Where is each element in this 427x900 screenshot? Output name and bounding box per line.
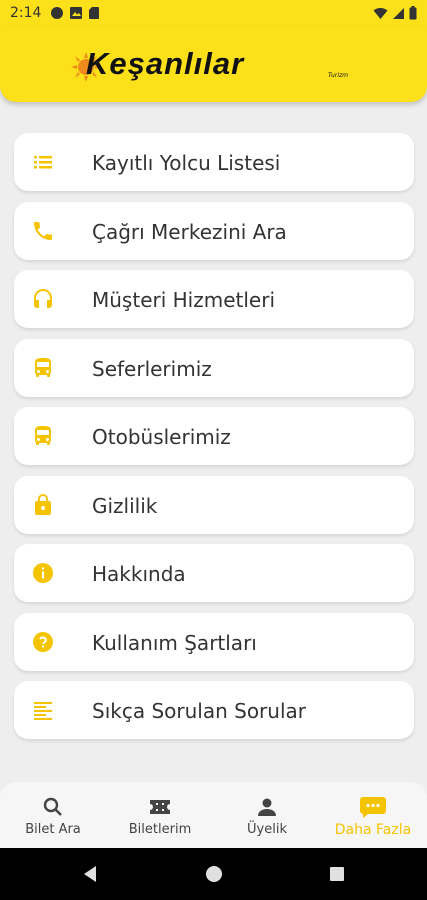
menu-item-label: Seferlerimiz	[92, 356, 212, 381]
nav-item-label: Bilet Ara	[25, 822, 81, 837]
status-bar: 2:14	[0, 0, 427, 26]
menu-item-label: Sıkça Sorulan Sorular	[92, 699, 306, 723]
menu-item-label: Otobüslerimiz	[92, 425, 231, 449]
brand-name: Keşanlılar	[86, 46, 245, 81]
bus-icon	[35, 426, 51, 445]
menu-item-buses[interactable]: Otobüslerimiz	[14, 407, 414, 465]
nav-item-search-tickets[interactable]: Bilet Ara	[0, 782, 106, 848]
help-icon	[33, 631, 53, 652]
bus-icon	[35, 357, 51, 377]
headset-icon	[34, 289, 52, 308]
ticket-icon	[150, 800, 170, 814]
info-icon	[33, 563, 53, 583]
brand-tagline: Turizm	[328, 72, 348, 79]
person-icon	[258, 798, 276, 816]
menu-item-faq[interactable]: Sıkça Sorulan Sorular	[14, 681, 414, 739]
status-time: 2:14	[10, 5, 42, 21]
home-icon[interactable]	[204, 864, 224, 884]
lock-icon	[35, 493, 51, 515]
nav-item-membership[interactable]: Üyelik	[214, 782, 320, 848]
system-status-icons	[373, 6, 417, 20]
signal-icon	[393, 7, 404, 19]
nav-item-label: Üyelik	[247, 822, 287, 837]
nav-item-label: Biletlerim	[128, 822, 192, 837]
battery-icon	[409, 6, 417, 20]
nav-item-more[interactable]: Daha Fazla	[320, 782, 426, 848]
menu-item-label: Kayıtlı Yolcu Listesi	[92, 151, 281, 175]
notification-icons	[50, 6, 100, 20]
recents-icon[interactable]	[328, 865, 346, 883]
menu-item-trips[interactable]: Seferlerimiz	[14, 338, 414, 397]
menu-item-label: Çağrı Merkezini Ara	[92, 219, 287, 244]
app-header: Keşanlılar Turizm	[0, 26, 427, 102]
system-navigation-bar	[0, 848, 427, 900]
menu-item-label: Gizlilik	[92, 493, 158, 518]
wifi-icon	[373, 7, 388, 19]
more-chat-icon	[360, 797, 386, 818]
nav-item-my-tickets[interactable]: Biletlerim	[107, 782, 213, 848]
bottom-navigation: Bilet Ara Biletlerim Üyelik Daha Fazla	[0, 782, 427, 848]
circle-icon	[51, 7, 63, 19]
photo-icon	[70, 7, 82, 19]
menu-item-customer-service[interactable]: Müşteri Hizmetleri	[14, 270, 414, 328]
more-menu-list: Kayıtlı Yolcu Listesi Çağrı Merkezini Ar…	[14, 133, 414, 750]
menu-item-label: Hakkında	[92, 562, 186, 586]
sim-card-icon	[89, 7, 99, 19]
notes-icon	[34, 702, 52, 720]
phone-icon	[34, 221, 52, 240]
brand-logo: Keşanlılar Turizm	[70, 46, 360, 86]
menu-item-call-center[interactable]: Çağrı Merkezini Ara	[14, 201, 414, 260]
menu-item-label: Müşteri Hizmetleri	[92, 288, 275, 312]
menu-item-terms-of-use[interactable]: Kullanım Şartları	[14, 612, 414, 671]
back-icon[interactable]	[80, 864, 100, 884]
menu-item-about[interactable]: Hakkında	[14, 544, 414, 602]
search-icon	[43, 797, 62, 816]
menu-item-privacy[interactable]: Gizlilik	[14, 475, 414, 534]
nav-item-label: Daha Fazla	[334, 822, 412, 838]
menu-item-registered-passengers[interactable]: Kayıtlı Yolcu Listesi	[14, 133, 414, 191]
menu-item-label: Kullanım Şartları	[92, 630, 257, 655]
list-icon	[34, 156, 52, 169]
